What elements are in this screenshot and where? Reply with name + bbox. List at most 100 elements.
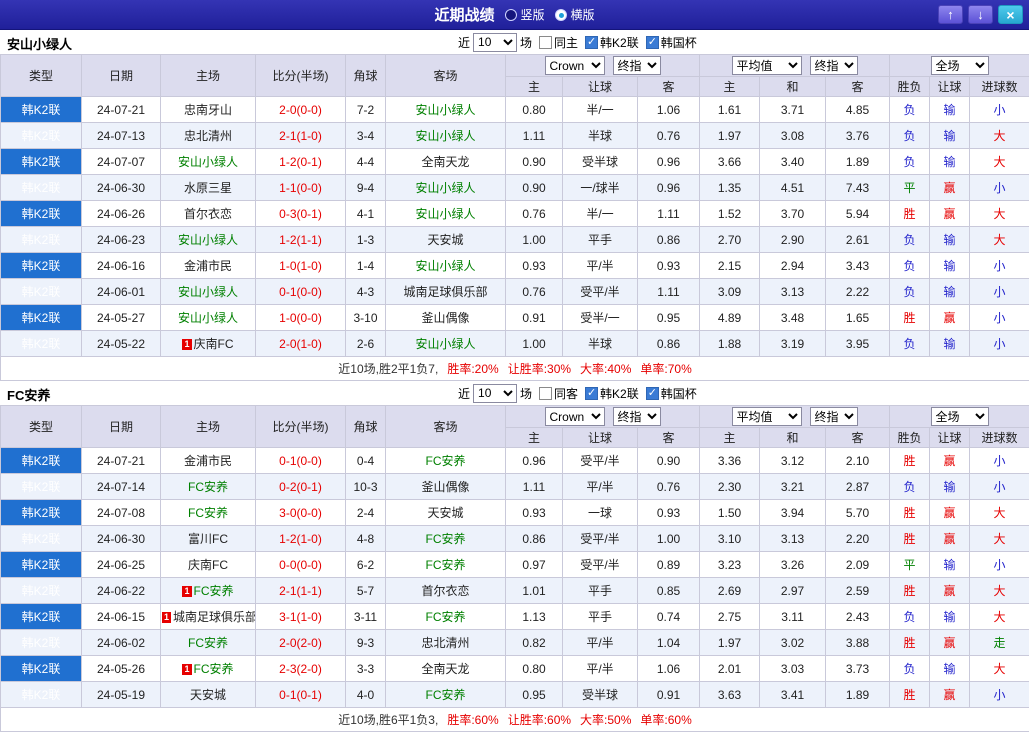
score-cell: 0-2(0-1)	[255, 473, 346, 500]
final-odds-select[interactable]: 终指	[612, 56, 661, 75]
home-team-cell: 富川FC	[160, 525, 256, 552]
result-goals-cell: 大	[969, 148, 1029, 175]
handicap-cell: 平手	[562, 577, 638, 604]
score-cell: 0-1(0-1)	[255, 681, 346, 708]
match-row: 韩K2联 24-05-27 安山小绿人 1-0(0-0) 3-10 釜山偶像 0.91 受半/…	[0, 304, 1029, 331]
league-checkbox[interactable]	[585, 386, 599, 400]
corner-cell: 3-10	[345, 304, 386, 331]
corner-cell: 2-4	[345, 499, 386, 526]
down-arrow-icon: ↓	[977, 7, 984, 22]
fulltime-select[interactable]: 全场	[930, 56, 989, 75]
avg-away-cell: 3.88	[825, 629, 891, 656]
cup-checkbox[interactable]	[645, 35, 659, 49]
score-cell: 1-2(0-1)	[255, 148, 346, 175]
team-label: 釜山偶像	[421, 480, 470, 494]
summary-row: 近10场,胜6平1负3, 胜率:60% 让胜率:60% 大率:50% 单率:60%	[0, 707, 1029, 732]
avg-away-cell: 3.43	[825, 252, 891, 279]
date-cell: 24-05-22	[81, 330, 161, 357]
away-odds-cell: 0.86	[636, 226, 701, 253]
avg-draw-cell: 3.70	[759, 200, 827, 227]
fulltime-select[interactable]: 全场	[930, 407, 989, 426]
avg-draw-cell: 3.94	[759, 499, 827, 526]
handicap-cell: 一球	[562, 499, 638, 526]
layout-radio-vertical[interactable]: 竖版	[504, 6, 545, 23]
match-row: 韩K2联 24-07-21 金浦市民 0-1(0-0) 0-4 FC安养 0.96 受平/半 0…	[0, 447, 1029, 474]
league-cell: 韩K2联	[0, 226, 82, 253]
corner-cell: 3-4	[345, 122, 386, 149]
result-handicap-cell: 赢	[929, 577, 971, 604]
col-let-result: 让球	[929, 427, 971, 448]
away-odds-cell: 0.76	[636, 122, 701, 149]
result-goals-cell: 大	[969, 603, 1029, 630]
league-cell: 韩K2联	[0, 122, 82, 149]
home-odds-cell: 0.96	[505, 447, 563, 474]
result-goals-cell: 小	[969, 330, 1029, 357]
league-cell: 韩K2联	[0, 252, 82, 279]
move-down-button[interactable]: ↓	[968, 5, 993, 24]
score-cell: 1-2(1-1)	[255, 226, 346, 253]
avg-away-cell: 3.95	[825, 330, 891, 357]
league-cell: 韩K2联	[0, 473, 82, 500]
team-label: 天安城	[189, 688, 226, 702]
date-cell: 24-07-14	[81, 473, 161, 500]
same-venue-checkbox[interactable]	[539, 35, 553, 49]
col-guest-odds: 客	[636, 76, 701, 97]
result-goals-cell: 小	[969, 681, 1029, 708]
average-select[interactable]: 平均值	[731, 56, 802, 75]
avg-away-cell: 4.85	[825, 96, 891, 123]
near-label: 近	[458, 35, 471, 50]
corner-cell: 6-2	[345, 551, 386, 578]
away-odds-cell: 0.96	[636, 174, 701, 201]
team-label: 安山小绿人	[177, 311, 238, 325]
average-select[interactable]: 平均值	[731, 407, 802, 426]
final-odds-select[interactable]: 终指	[612, 407, 661, 426]
date-cell: 24-06-22	[81, 577, 161, 604]
avg-home-cell: 2.30	[699, 473, 761, 500]
away-odds-cell: 0.74	[636, 603, 701, 630]
league-checkbox[interactable]	[585, 35, 599, 49]
team-label: 庆南FC	[193, 337, 234, 351]
home-odds-cell: 0.91	[505, 304, 563, 331]
match-count-select[interactable]: 10	[473, 32, 518, 52]
date-cell: 24-06-01	[81, 278, 161, 305]
final-odds-select-2[interactable]: 终指	[809, 56, 858, 75]
home-team-cell: 安山小绿人	[160, 148, 256, 175]
col-handicap: 让球	[562, 427, 638, 448]
bookmaker-select[interactable]: Crown	[544, 56, 605, 75]
away-odds-cell: 0.96	[636, 148, 701, 175]
close-button[interactable]: ×	[998, 5, 1023, 24]
home-team-cell: 金浦市民	[160, 447, 256, 474]
match-row: 韩K2联 24-06-22 1 FC安养 2-1(1-1) 5-7 首尔衣恋 1.01 平手 0.…	[0, 577, 1029, 604]
result-wdl-cell: 胜	[889, 447, 931, 474]
titlebar: 近期战绩 竖版 横版 ↑ ↓ ×	[0, 0, 1029, 30]
summary-text: 近10场,胜2平1负7,	[338, 362, 439, 376]
cup-checkbox[interactable]	[645, 386, 659, 400]
summary-stat: 胜率:60%	[447, 713, 499, 727]
col-away: 客场	[385, 54, 506, 97]
same-venue-checkbox[interactable]	[539, 386, 553, 400]
corner-cell: 7-2	[345, 96, 386, 123]
result-goals-cell: 小	[969, 174, 1029, 201]
away-odds-cell: 1.11	[636, 200, 701, 227]
away-team-cell: FC安养	[385, 447, 506, 474]
final-odds-select-2[interactable]: 终指	[809, 407, 858, 426]
bookmaker-select[interactable]: Crown	[544, 407, 605, 426]
home-team-cell: 忠北清州	[160, 122, 256, 149]
handicap-cell: 平手	[562, 226, 638, 253]
score-cell: 3-1(1-0)	[255, 603, 346, 630]
layout-radio-horizontal[interactable]: 横版	[554, 6, 595, 23]
score-cell: 1-0(0-0)	[255, 304, 346, 331]
corner-cell: 4-1	[345, 200, 386, 227]
move-up-button[interactable]: ↑	[938, 5, 963, 24]
summary-stat: 让胜率:30%	[507, 362, 572, 376]
away-odds-cell: 1.04	[636, 629, 701, 656]
match-count-select[interactable]: 10	[473, 383, 518, 403]
result-wdl-cell: 胜	[889, 304, 931, 331]
home-odds-cell: 1.00	[505, 226, 563, 253]
away-team-cell: 全南天龙	[385, 655, 506, 682]
team-label: 城南足球俱乐部	[403, 285, 488, 299]
section-header: FC安养 近 10 场 同客 韩K2联 韩国杯	[0, 381, 1029, 405]
result-handicap-cell: 输	[929, 278, 971, 305]
col-score: 比分(半场)	[255, 405, 346, 448]
handicap-cell: 平手	[562, 603, 638, 630]
